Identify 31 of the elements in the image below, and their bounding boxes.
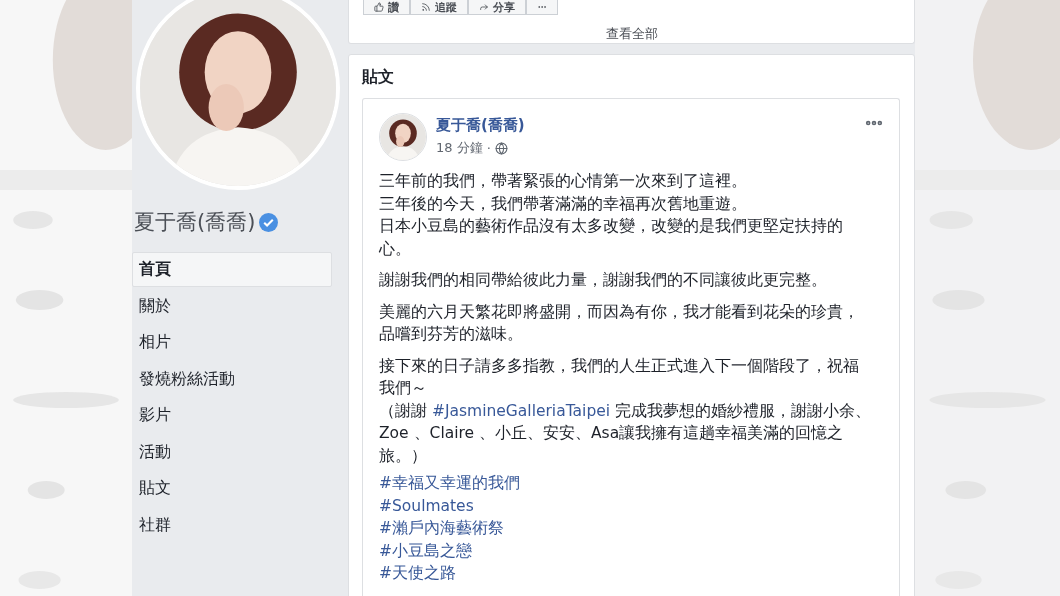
feed-icon [421, 2, 431, 12]
sidebar-item[interactable]: 影片 [132, 398, 332, 433]
share-icon [479, 2, 489, 12]
sidebar-item[interactable]: 活動 [132, 434, 332, 470]
hashtag-link[interactable]: #Soulmates [379, 494, 474, 517]
sidebar-item[interactable]: 發燒粉絲活動 [132, 361, 332, 397]
page-name: 夏于喬(喬喬) [134, 209, 256, 236]
sidebar-item[interactable]: 首頁 [132, 252, 332, 287]
sidebar-item[interactable]: 相片 [132, 325, 332, 360]
globe-icon [494, 141, 508, 155]
action-button[interactable]: 追蹤 [410, 0, 468, 15]
sidebar-item[interactable]: 貼文 [132, 471, 332, 506]
hashtag-link[interactable]: #天使之路 [379, 562, 456, 585]
hashtag-link[interactable]: #瀨戶內海藝術祭 [379, 517, 504, 540]
post-time[interactable]: 18 分鐘 [436, 139, 483, 157]
post-paragraph: 謝謝我們的相同帶給彼此力量，謝謝我們的不同讓彼此更完整。 [379, 270, 828, 291]
hashtag-link[interactable]: #幸福又幸運的我們 [379, 472, 520, 495]
post-paragraph: 接下來的日子請多多指教，我們的人生正式進入下一個階段了，祝福我們～ （謝謝 #JasmineGalleriaTaipei 完成我夢想的婚紗禮服，謝謝小余、Zoe 、Claire 、小丘、安安、Asa讓我擁有這趟幸福美滿的回憶之旅。） [379, 355, 871, 467]
thumbs-up-icon [374, 2, 384, 12]
hashtag-link[interactable]: #小豆島之戀 [379, 539, 472, 562]
hashtag-link[interactable]: #JasmineGalleriaTaipei [431, 401, 611, 420]
post-paragraph: 三年前的我們，帶著緊張的心情第一次來到了這裡。 三年後的今天，我們帶著滿滿的幸福再次舊地重遊。 日本小豆島的藝術作品沒有太多改變，改變的是我們更堅定扶持的心。 [379, 171, 844, 260]
sidebar-item[interactable]: 社群 [132, 507, 332, 543]
separator-dot: · [486, 140, 491, 156]
action-button[interactable]: 讚 [363, 0, 410, 15]
sidebar-item[interactable]: 關於 [132, 288, 332, 324]
author-name[interactable]: 夏于喬(喬喬) [436, 116, 525, 135]
action-button[interactable]: 分享 [468, 0, 526, 15]
post-paragraph: 美麗的六月天繁花即將盛開，而因為有你，我才能看到花朵的珍貴，品嚐到芬芳的滋味。 [379, 301, 860, 345]
section-title: 貼文 [362, 67, 395, 88]
see-all-link[interactable]: 查看全部 [605, 25, 658, 43]
